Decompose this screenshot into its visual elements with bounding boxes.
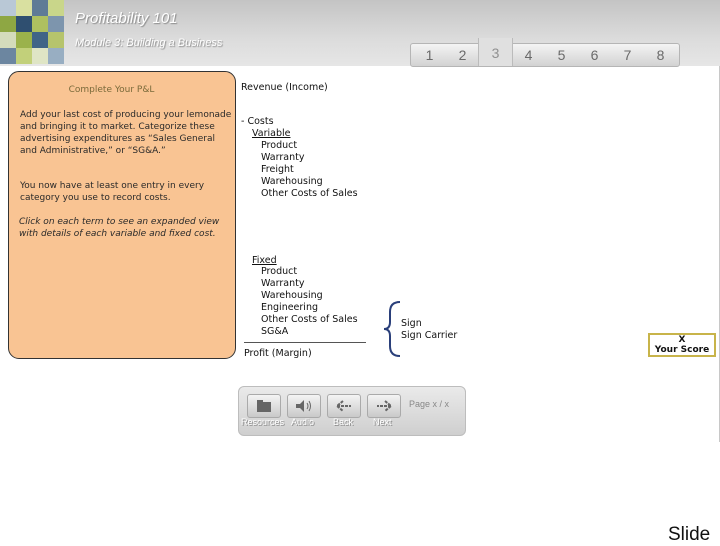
page-indicator: Page x / x	[409, 399, 450, 409]
next-arrow-icon	[377, 400, 393, 412]
pl-variable-warranty[interactable]: Warranty	[261, 152, 304, 164]
score-value: X	[678, 335, 686, 345]
tab-1[interactable]: 1	[413, 44, 446, 66]
brace-icon	[383, 301, 401, 357]
next-label: Next	[373, 417, 392, 427]
sga-detail-sign-carrier: Sign Carrier	[401, 330, 458, 341]
tab-6[interactable]: 6	[578, 44, 611, 66]
tab-4[interactable]: 4	[512, 44, 545, 66]
pl-variable-product[interactable]: Product	[261, 140, 297, 152]
back-button[interactable]	[327, 394, 361, 418]
pl-fixed-sga[interactable]: SG&A	[261, 326, 288, 338]
navigation-bar: Page x / x Resources Audio Back Next	[238, 386, 466, 436]
pl-variable[interactable]: Variable	[252, 128, 290, 140]
course-title: Profitability 101	[75, 10, 178, 27]
pl-fixed-engineering[interactable]: Engineering	[261, 302, 318, 314]
pl-revenue[interactable]: Revenue (Income)	[241, 82, 328, 94]
pl-fixed-product[interactable]: Product	[261, 266, 297, 278]
pl-variable-freight[interactable]: Freight	[261, 164, 294, 176]
next-button[interactable]	[367, 394, 401, 418]
module-title: Module 3: Building a Business	[75, 37, 223, 49]
audio-button[interactable]	[287, 394, 321, 418]
audio-label: Audio	[291, 417, 315, 427]
tab-3[interactable]: 3	[478, 38, 513, 66]
pl-profit[interactable]: Profit (Margin)	[244, 348, 312, 360]
back-arrow-icon	[335, 400, 351, 412]
score-label: Your Score	[654, 345, 710, 355]
module-tab-bar: 1 2 3 4 5 6 7 8	[410, 38, 680, 67]
folder-icon	[257, 400, 271, 412]
tab-8[interactable]: 8	[644, 44, 677, 66]
logo-checker	[0, 0, 66, 66]
speaker-icon	[296, 400, 311, 412]
back-label: Back	[333, 417, 354, 427]
header: Profitability 101 Module 3: Building a B…	[0, 0, 720, 67]
pl-fixed-other-costs[interactable]: Other Costs of Sales	[261, 314, 358, 326]
pl-fixed-warehousing[interactable]: Warehousing	[261, 290, 323, 302]
tab-2[interactable]: 2	[446, 44, 479, 66]
instructions-paragraph-1: Add your last cost of producing your lem…	[20, 110, 232, 156]
sga-detail-sign: Sign	[401, 318, 422, 329]
resources-label: Resources	[241, 417, 285, 427]
instructions-title: Complete Your P&L	[68, 85, 155, 95]
score-box: X Your Score	[648, 333, 716, 357]
pl-costs[interactable]: - Costs	[241, 116, 274, 128]
tab-7[interactable]: 7	[611, 44, 644, 66]
instructions-panel: Complete Your P&L Add your last cost of …	[8, 71, 236, 359]
resources-button[interactable]	[247, 394, 281, 418]
pl-fixed-warranty[interactable]: Warranty	[261, 278, 304, 290]
course-frame: Profitability 101 Module 3: Building a B…	[0, 0, 720, 442]
pl-variable-other-costs[interactable]: Other Costs of Sales	[261, 188, 358, 200]
pl-variable-warehousing[interactable]: Warehousing	[261, 176, 323, 188]
tab-5[interactable]: 5	[545, 44, 578, 66]
slide-label: Slide	[668, 524, 711, 545]
instructions-paragraph-2: You now have at least one entry in every…	[20, 181, 205, 203]
profit-divider	[244, 342, 366, 343]
instructions-paragraph-3: Click on each term to see an expanded vi…	[19, 217, 220, 239]
